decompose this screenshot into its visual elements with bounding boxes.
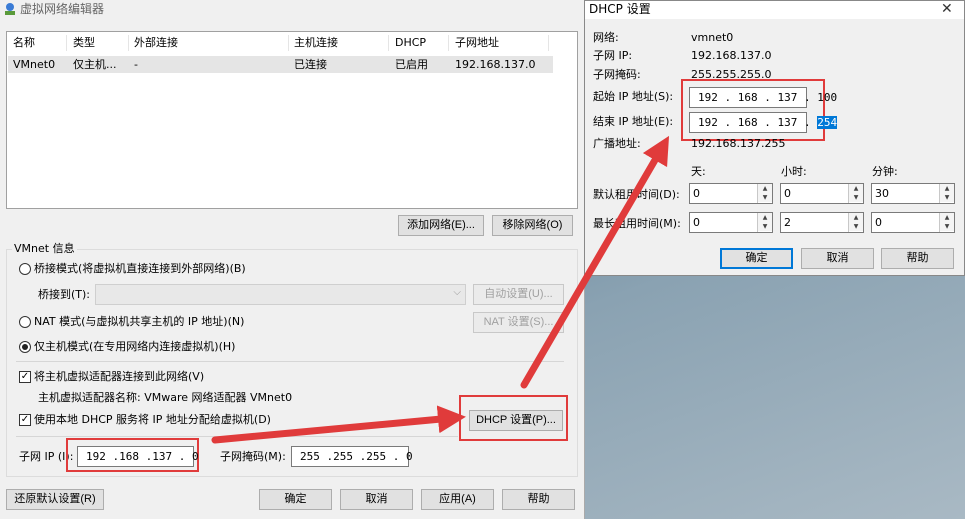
arrow-to-dhcp-button bbox=[211, 405, 466, 444]
arrow-to-ip-range bbox=[520, 135, 670, 389]
annotation-arrows bbox=[211, 135, 670, 444]
